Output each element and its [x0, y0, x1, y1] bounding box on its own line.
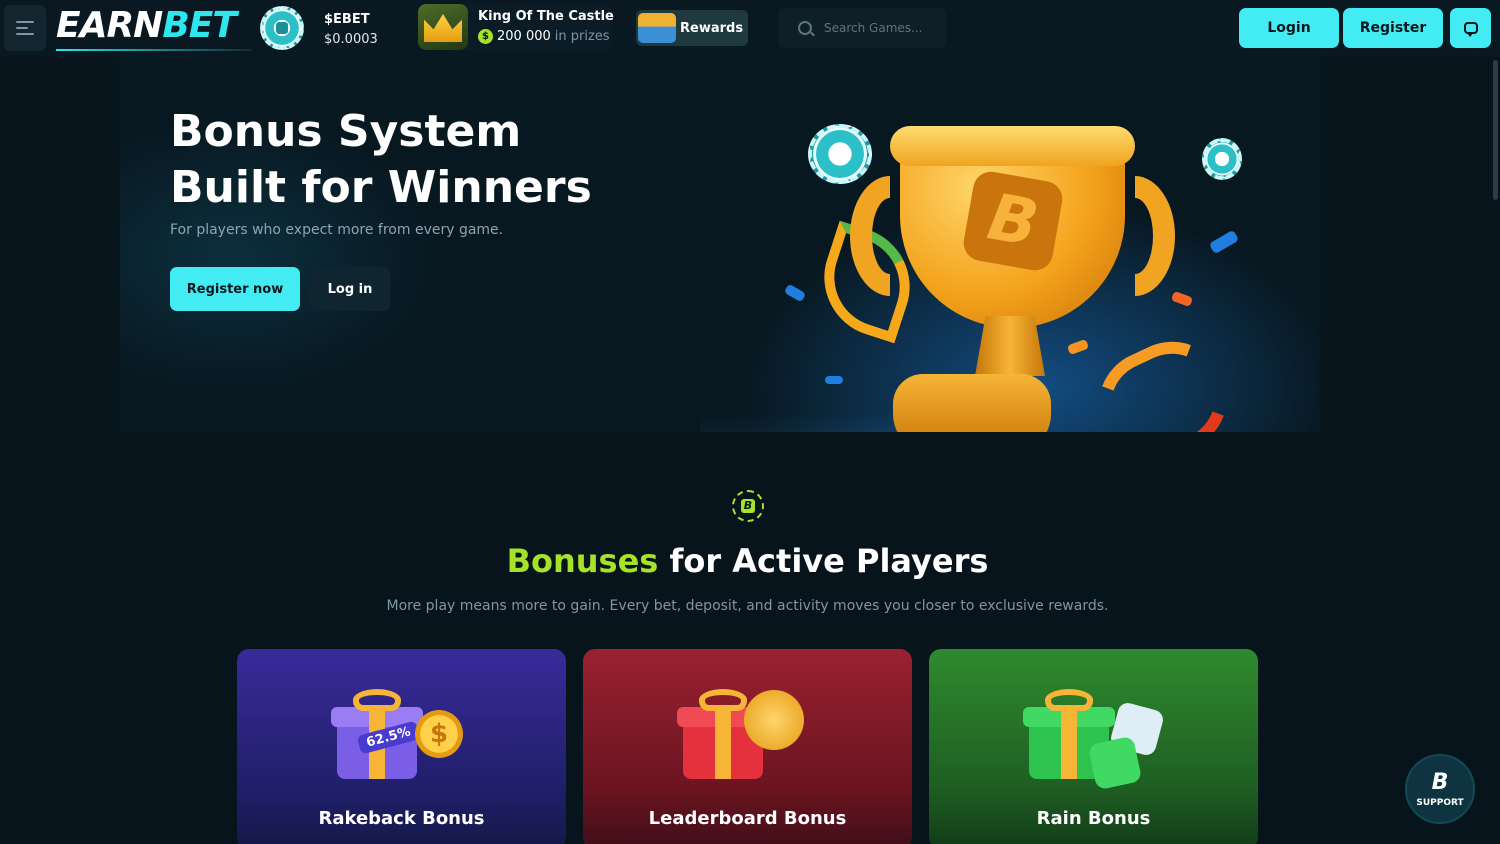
logo-underline — [56, 49, 252, 51]
hero-bottom — [0, 432, 1500, 456]
crown-icon — [418, 4, 468, 50]
promo-suffix: in prizes — [554, 29, 610, 44]
top-navbar: EARNBET $EBET $0.0003 King Of The Castle… — [0, 0, 1500, 56]
search-icon — [798, 21, 812, 35]
support-label: SUPPORT — [1416, 797, 1464, 808]
chest-icon — [638, 13, 676, 43]
chat-button[interactable] — [1450, 8, 1491, 48]
bonuses-subtitle: More play means more to gain. Every bet,… — [386, 598, 1109, 614]
search-input[interactable] — [824, 21, 939, 35]
hero-banner: Bonus System Built for Winners For playe… — [0, 56, 1500, 456]
casino-chip-icon — [1202, 138, 1242, 180]
ebet-chip-icon[interactable] — [260, 6, 304, 50]
rewards-label: Rewards — [680, 20, 744, 36]
support-button[interactable]: B SUPPORT — [1405, 754, 1475, 824]
dice-icon — [1087, 735, 1143, 791]
bonuses-title: Bonuses for Active Players — [506, 542, 989, 580]
trophy-emblem: B — [960, 168, 1066, 274]
trophy-rim — [890, 126, 1135, 166]
gold-coin-icon: $ — [415, 710, 463, 758]
support-icon: B — [1431, 769, 1449, 795]
laurel-trophy-icon — [744, 690, 804, 750]
hero-login-button[interactable]: Log in — [310, 267, 390, 311]
card-title: Rakeback Bonus — [318, 808, 485, 829]
confetti-piece — [825, 376, 843, 384]
register-button[interactable]: Register — [1343, 8, 1443, 48]
casino-chip-icon — [808, 124, 872, 184]
rakeback-bonus-card[interactable]: Rakeback Bonus — [237, 649, 566, 844]
coin-icon: $ — [478, 29, 493, 44]
promo-prize: $ 200 000 in prizes — [478, 29, 610, 44]
bonus-section-icon: B — [732, 490, 764, 522]
login-button[interactable]: Login — [1239, 8, 1339, 48]
menu-icon — [16, 21, 34, 23]
card-title: Leaderboard Bonus — [648, 808, 847, 829]
earnbet-logo[interactable]: EARNBET — [56, 6, 237, 46]
leaderboard-bonus-card[interactable]: Leaderboard Bonus — [583, 649, 912, 844]
token-name: $EBET — [324, 12, 370, 27]
hero-title: Bonus System Built for Winners — [170, 106, 592, 213]
trophy-stem — [975, 316, 1045, 376]
card-title: Rain Bonus — [1036, 808, 1151, 829]
promo-amount: 200 000 — [497, 29, 551, 44]
promo-title: King Of The Castle — [478, 9, 614, 24]
register-now-button[interactable]: Register now — [170, 267, 300, 311]
search-box[interactable] — [778, 8, 946, 48]
hero-subtitle: For players who expect more from every g… — [170, 222, 504, 238]
king-of-the-castle-promo[interactable]: King Of The Castle $ 200 000 in prizes — [418, 4, 614, 50]
chat-icon — [1463, 22, 1478, 37]
menu-button[interactable] — [4, 5, 46, 51]
rewards-button[interactable]: Rewards — [636, 10, 748, 46]
token-price: $0.0003 — [324, 32, 378, 47]
